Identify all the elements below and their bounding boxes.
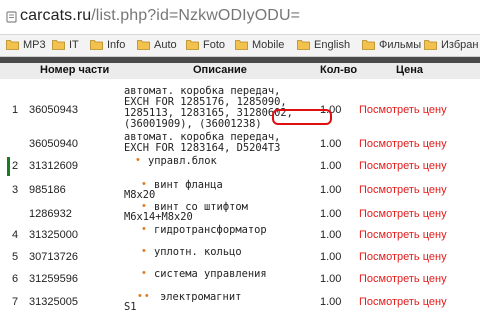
row-number: 1 <box>12 104 19 116</box>
description: винт фланца <box>154 179 223 191</box>
folder-icon <box>52 40 65 50</box>
price-link[interactable]: Посмотреть цену <box>359 184 447 196</box>
bookmark-label: Info <box>107 39 126 51</box>
quantity: 1.00 <box>320 208 342 220</box>
part-number: 30713726 <box>29 251 78 263</box>
bookmark-label: Mobile <box>252 39 285 51</box>
description: управл.блок <box>148 155 217 167</box>
quantity: 1.00 <box>320 296 342 308</box>
price-link[interactable]: Посмотреть цену <box>359 229 447 241</box>
description: S1 <box>124 301 137 313</box>
row-number: 3 <box>12 184 19 196</box>
description: M8x20 <box>124 189 156 201</box>
bookmark-label: Фильмы <box>379 39 422 51</box>
page-info-icon[interactable] <box>6 11 17 23</box>
bookmark-label: Auto <box>154 39 177 51</box>
folder-icon <box>297 40 310 50</box>
bookmark-english[interactable]: English <box>297 38 350 53</box>
part-number: 985186 <box>29 184 66 196</box>
bookmarks-bar: MP3 IT Info Auto Foto Mobile English Фил… <box>0 35 480 57</box>
description: система управления <box>154 268 267 280</box>
row-marker <box>7 157 10 176</box>
bookmark-foto[interactable]: Foto <box>186 38 225 53</box>
bullet-icon: • • <box>138 290 149 302</box>
price-link[interactable]: Посмотреть цену <box>359 138 447 150</box>
url-domain: carcats.ru <box>20 7 92 24</box>
bookmark-it[interactable]: IT <box>52 38 79 53</box>
row-number: 2 <box>12 160 19 172</box>
bookmark-favorites[interactable]: Избран <box>424 38 478 53</box>
part-number: 31325000 <box>29 229 78 241</box>
description: автомат. коробка передач, EXCH FOR 128517… <box>124 86 293 130</box>
quantity: 1.00 <box>320 160 342 172</box>
part-number: 36050940 <box>29 138 78 150</box>
header-qty: Кол-во <box>320 64 358 76</box>
description: уплотн. кольцо <box>154 246 242 258</box>
folder-icon <box>90 40 103 50</box>
part-number: 31259596 <box>29 273 78 285</box>
quantity: 1.00 <box>320 273 342 285</box>
bookmark-label: English <box>314 39 351 51</box>
price-link[interactable]: Посмотреть цену <box>359 273 447 285</box>
description: M6x14+M8x20 <box>124 211 193 223</box>
bookmark-label: Foto <box>203 39 226 51</box>
url-path: /list.php?id=NzkwODIyODU= <box>91 7 301 24</box>
bookmark-label: IT <box>69 39 79 51</box>
quantity: 1.00 <box>320 251 342 263</box>
row-number: 7 <box>12 296 19 308</box>
folder-icon <box>6 40 19 50</box>
highlight-box <box>272 109 332 125</box>
part-number: 31325005 <box>29 296 78 308</box>
price-link[interactable]: Посмотреть цену <box>359 296 447 308</box>
description: автомат. коробка передач, EXCH FOR 128316… <box>124 132 280 154</box>
description-line: (36001909), (36001238) <box>124 118 262 130</box>
row-number: 4 <box>12 229 19 241</box>
price-link[interactable]: Посмотреть цену <box>359 251 447 263</box>
bookmark-mobile[interactable]: Mobile <box>235 38 284 53</box>
row-number: 5 <box>12 251 19 263</box>
folder-icon <box>424 40 437 50</box>
header-price: Цена <box>396 64 424 76</box>
quantity: 1.00 <box>320 138 342 150</box>
bookmark-info[interactable]: Info <box>90 38 125 53</box>
address-bar[interactable]: carcats.ru/list.php?id=NzkwODIyODU= <box>0 0 480 35</box>
bookmark-label: MP3 <box>23 39 46 51</box>
part-number: 36050943 <box>29 104 78 116</box>
quantity: 1.00 <box>320 229 342 241</box>
table-header: Номер части Описание Кол-во Цена <box>0 63 480 79</box>
description: гидротрансформатор <box>154 224 267 236</box>
description: электромагнит <box>160 291 242 303</box>
url-text[interactable]: carcats.ru/list.php?id=NzkwODIyODU= <box>20 7 300 25</box>
part-number: 31312609 <box>29 160 78 172</box>
bullet-icon: • <box>142 267 146 279</box>
bullet-icon: • <box>142 223 146 235</box>
folder-icon <box>186 40 199 50</box>
bullet-icon: • <box>142 245 146 257</box>
folder-icon <box>137 40 150 50</box>
folder-icon <box>362 40 375 50</box>
header-part: Номер части <box>40 64 110 76</box>
bullet-icon: • <box>136 154 140 166</box>
bookmark-auto[interactable]: Auto <box>137 38 177 53</box>
row-number: 6 <box>12 273 19 285</box>
folder-icon <box>235 40 248 50</box>
part-number: 1286932 <box>29 208 72 220</box>
bookmark-mp3[interactable]: MP3 <box>6 38 46 53</box>
bookmark-label: Избран <box>441 39 479 51</box>
header-description: Описание <box>193 64 247 76</box>
description-line: EXCH FOR 1283164, D5204T3 <box>124 142 281 154</box>
quantity: 1.00 <box>320 184 342 196</box>
bookmark-films[interactable]: Фильмы <box>362 38 421 53</box>
price-link[interactable]: Посмотреть цену <box>359 208 447 220</box>
price-link[interactable]: Посмотреть цену <box>359 160 447 172</box>
price-link[interactable]: Посмотреть цену <box>359 104 447 116</box>
